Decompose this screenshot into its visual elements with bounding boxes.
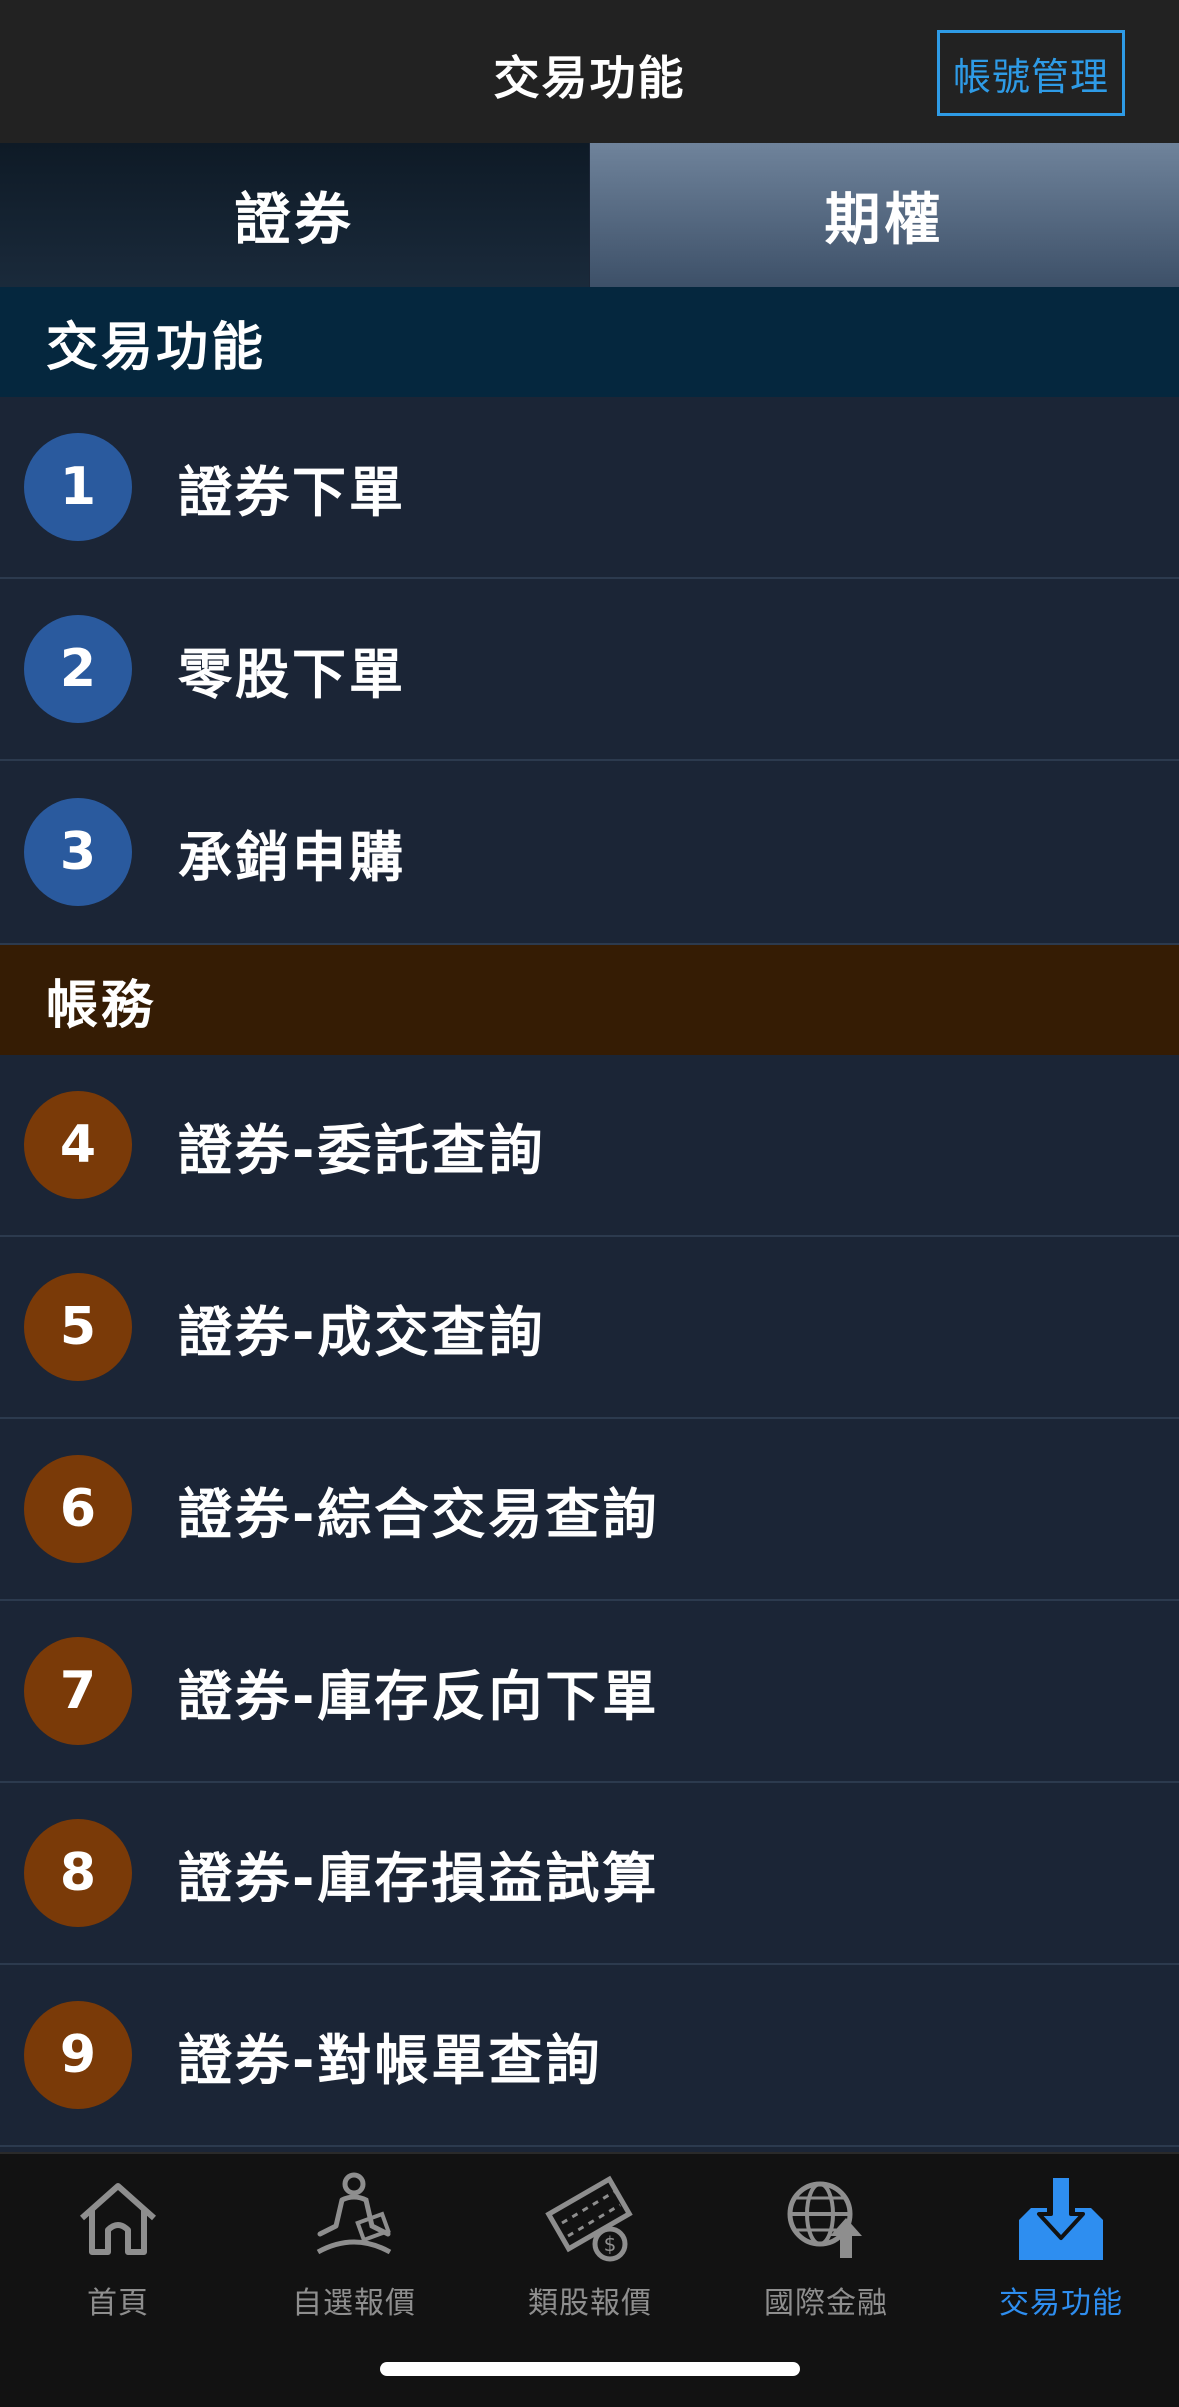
item-number-badge: 9 <box>24 2001 132 2109</box>
item-number-badge: 2 <box>24 615 132 723</box>
item-label: 承銷申購 <box>178 825 406 889</box>
nav-label: 類股報價 <box>528 2286 652 2321</box>
list-item[interactable]: 1 證券下單 <box>0 397 1179 579</box>
item-label: 證券-成交查詢 <box>178 1300 546 1364</box>
account-management-button[interactable]: 帳號管理 <box>937 30 1125 116</box>
tab-options[interactable]: 期權 <box>590 143 1179 287</box>
item-label: 證券下單 <box>178 460 406 524</box>
nav-item-home[interactable]: 首頁 <box>0 2168 236 2338</box>
nav-label: 自選報價 <box>292 2286 416 2321</box>
nav-item-watchlist[interactable]: 自選報價 <box>236 2168 472 2338</box>
nav-label: 首頁 <box>87 2286 149 2321</box>
tab-securities[interactable]: 證券 <box>0 143 589 287</box>
home-indicator <box>380 2362 800 2376</box>
top-bar: 交易功能 帳號管理 <box>0 0 1179 143</box>
nav-item-sector-quotes[interactable]: $ 類股報價 <box>472 2168 708 2338</box>
person-meditation-icon <box>316 2172 392 2255</box>
item-number-badge: 3 <box>24 798 132 906</box>
section-header-trade: 交易功能 <box>0 287 1179 397</box>
download-tray-icon <box>1019 2174 1103 2260</box>
item-label: 證券-庫存損益試算 <box>178 1846 660 1910</box>
item-number-badge: 7 <box>24 1637 132 1745</box>
list-item[interactable]: 9 證券-對帳單查詢 <box>0 1965 1179 2147</box>
list-item[interactable]: 3 承銷申購 <box>0 761 1179 945</box>
svg-text:$: $ <box>604 2232 617 2256</box>
item-number-badge: 6 <box>24 1455 132 1563</box>
item-number-badge: 1 <box>24 433 132 541</box>
list-item[interactable]: 4 證券-委託查詢 <box>0 1055 1179 1237</box>
nav-label: 交易功能 <box>999 2286 1123 2321</box>
nav-item-international[interactable]: 國際金融 <box>708 2168 944 2338</box>
item-number-badge: 8 <box>24 1819 132 1927</box>
item-label: 證券-庫存反向下單 <box>178 1664 660 1728</box>
item-number-badge: 4 <box>24 1091 132 1199</box>
home-icon <box>80 2183 156 2255</box>
section-header-account: 帳務 <box>0 945 1179 1055</box>
item-label: 證券-對帳單查詢 <box>178 2028 603 2092</box>
film-coin-icon: $ <box>545 2175 633 2262</box>
list-item[interactable]: 6 證券-綜合交易查詢 <box>0 1419 1179 1601</box>
item-label: 證券-委託查詢 <box>178 1118 546 1182</box>
item-number-badge: 5 <box>24 1273 132 1381</box>
list-item[interactable]: 2 零股下單 <box>0 579 1179 761</box>
globe-arrow-icon <box>787 2181 862 2258</box>
item-label: 零股下單 <box>178 642 406 706</box>
list-item[interactable]: 8 證券-庫存損益試算 <box>0 1783 1179 1965</box>
nav-item-trade-functions[interactable]: 交易功能 <box>943 2168 1179 2338</box>
list-item[interactable]: 7 證券-庫存反向下單 <box>0 1601 1179 1783</box>
market-tabs: 證券 期權 <box>0 143 1179 287</box>
item-label: 證券-綜合交易查詢 <box>178 1482 660 1546</box>
nav-label: 國際金融 <box>764 2286 888 2321</box>
list-item[interactable]: 5 證券-成交查詢 <box>0 1237 1179 1419</box>
